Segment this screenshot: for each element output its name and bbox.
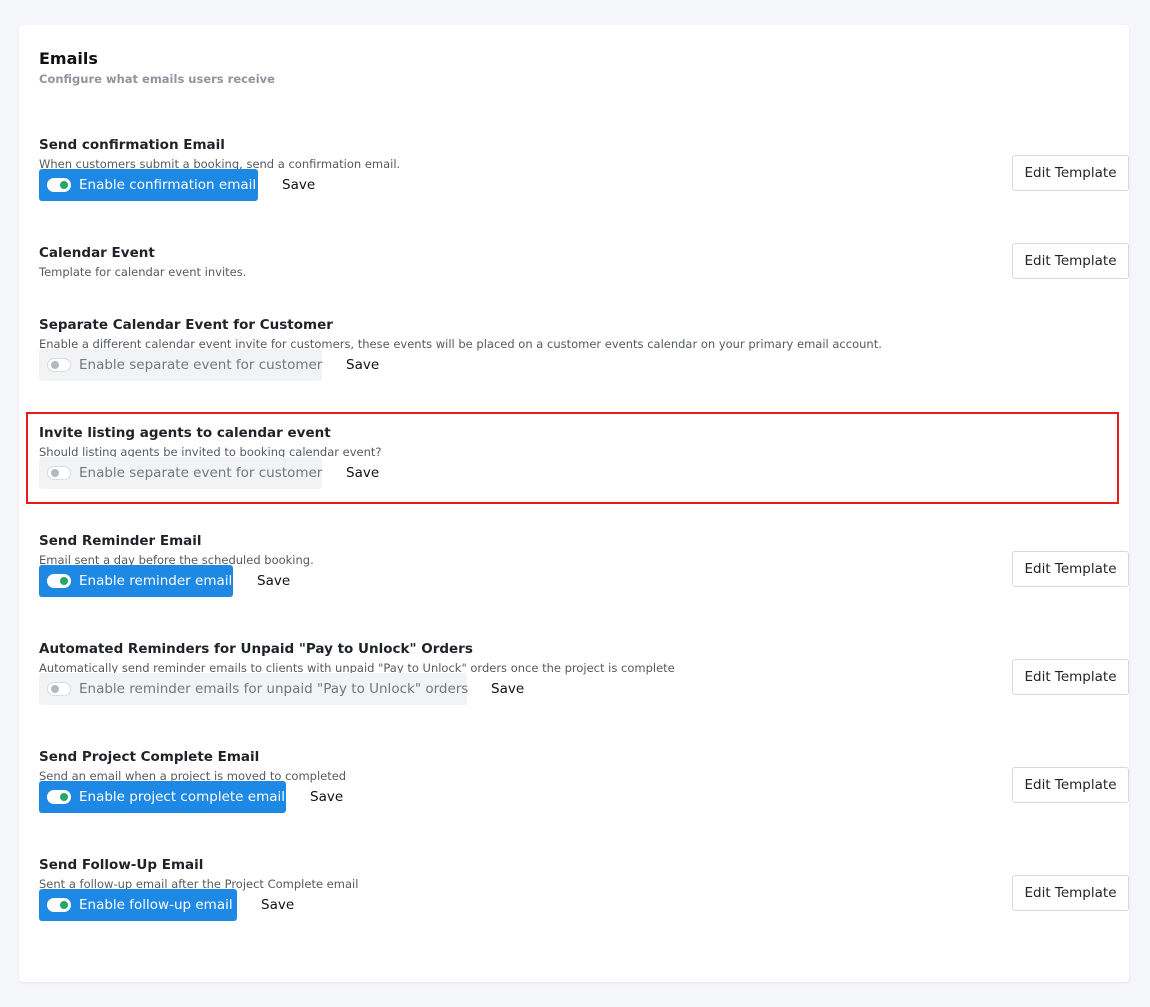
toggle-switch-icon — [47, 790, 71, 804]
save-button[interactable]: Save — [310, 789, 343, 805]
enable-confirmation-email-toggle[interactable]: Enable confirmation email — [39, 169, 258, 201]
emails-settings-card: Emails Configure what emails users recei… — [19, 25, 1129, 982]
toggle-switch-icon — [47, 682, 71, 696]
page-subtitle: Configure what emails users receive — [39, 72, 275, 86]
toggle-label: Enable separate event for customer — [79, 465, 323, 481]
toggle-label: Enable follow-up email — [79, 897, 233, 913]
section-title: Send Follow-Up Email — [39, 857, 204, 873]
section-title: Send Reminder Email — [39, 533, 202, 549]
save-button[interactable]: Save — [491, 681, 524, 697]
toggle-switch-icon — [47, 358, 71, 372]
save-button[interactable]: Save — [282, 177, 315, 193]
toggle-switch-icon — [47, 178, 71, 192]
save-button[interactable]: Save — [261, 897, 294, 913]
edit-template-button[interactable]: Edit Template — [1012, 875, 1129, 911]
page-title: Emails — [39, 49, 98, 68]
invite-listing-agents-toggle[interactable]: Enable separate event for customer — [39, 457, 322, 489]
enable-project-complete-toggle[interactable]: Enable project complete email — [39, 781, 286, 813]
section-title: Calendar Event — [39, 245, 155, 261]
toggle-label: Enable confirmation email — [79, 177, 257, 193]
save-button[interactable]: Save — [346, 465, 379, 481]
section-description: Template for calendar event invites. — [39, 265, 247, 279]
edit-template-button[interactable]: Edit Template — [1012, 767, 1129, 803]
section-title: Send confirmation Email — [39, 137, 225, 153]
edit-template-button[interactable]: Edit Template — [1012, 243, 1129, 279]
toggle-label: Enable reminder emails for unpaid "Pay t… — [79, 681, 469, 697]
edit-template-button[interactable]: Edit Template — [1012, 659, 1129, 695]
toggle-label: Enable separate event for customer — [79, 357, 323, 373]
section-title: Automated Reminders for Unpaid "Pay to U… — [39, 641, 473, 657]
save-button[interactable]: Save — [257, 573, 290, 589]
edit-template-button[interactable]: Edit Template — [1012, 551, 1129, 587]
toggle-label: Enable reminder email — [79, 573, 233, 589]
edit-template-button[interactable]: Edit Template — [1012, 155, 1129, 191]
section-title: Separate Calendar Event for Customer — [39, 317, 333, 333]
toggle-switch-icon — [47, 466, 71, 480]
section-title: Send Project Complete Email — [39, 749, 260, 765]
enable-separate-event-toggle[interactable]: Enable separate event for customer — [39, 349, 322, 381]
section-title: Invite listing agents to calendar event — [39, 425, 331, 441]
toggle-switch-icon — [47, 574, 71, 588]
toggle-switch-icon — [47, 898, 71, 912]
save-button[interactable]: Save — [346, 357, 379, 373]
toggle-label: Enable project complete email — [79, 789, 286, 805]
enable-reminder-email-toggle[interactable]: Enable reminder email — [39, 565, 233, 597]
enable-follow-up-toggle[interactable]: Enable follow-up email — [39, 889, 237, 921]
enable-unpaid-reminders-toggle[interactable]: Enable reminder emails for unpaid "Pay t… — [39, 673, 469, 705]
